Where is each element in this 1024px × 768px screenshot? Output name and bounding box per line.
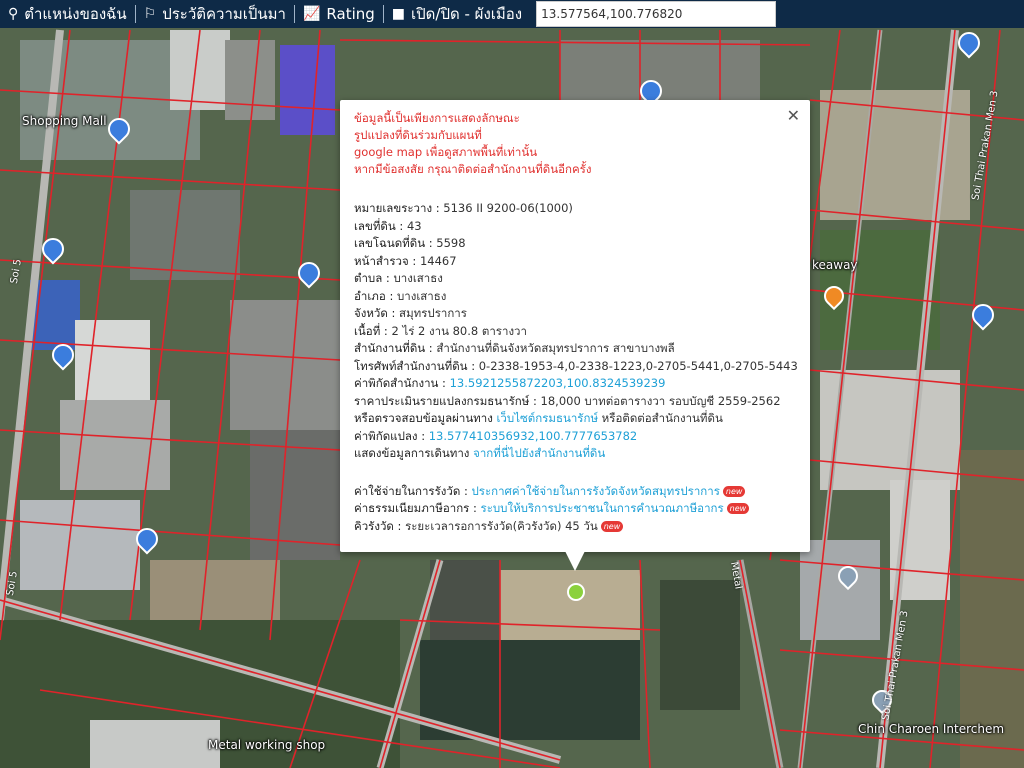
notice-line: google map เพื่อดูสภาพพื้นที่เท่านั้น — [354, 144, 796, 161]
google-map-text: google map — [354, 145, 423, 159]
toggle-city-plan-label: เปิด/ปิด - ผังเมือง — [411, 5, 523, 23]
directions-link[interactable]: จากที่นี่ไปยังสำนักงานที่ดิน — [473, 446, 605, 460]
row-key: เลขโฉนดที่ดิน : — [354, 236, 437, 250]
survey-cost-link[interactable]: ประกาศค่าใช้จ่ายในการรังวัดจังหวัดสมุทรป… — [471, 484, 719, 498]
treasury-website-link[interactable]: เว็บไซต์กรมธนารักษ์ — [497, 411, 599, 425]
row-key: หน้าสำรวจ : — [354, 253, 420, 268]
tax-calc-link[interactable]: ระบบให้บริการประชาชนในการคำนวณภาษีอากร — [481, 501, 724, 515]
row-value: สำนักงานที่ดินจังหวัดสมุทรปราการ สาขาบาง… — [436, 341, 675, 355]
area-row: เนื้อที่ : 2 ไร่ 2 งาน 80.8 ตารางวา — [354, 323, 796, 341]
survey-queue-row: คิวรังวัด : ระยะเวลารอการรังวัด(คิวรังวั… — [354, 518, 796, 536]
row-key: ค่าธรรมเนียมภาษีอากร : — [354, 501, 481, 515]
chart-line-icon: 📈 — [302, 6, 321, 22]
row-value: 5136 II 9200-06(1000) — [443, 201, 573, 215]
row-key: อำเภอ : — [354, 288, 397, 303]
parcel-coord-link[interactable]: 13.577410356932,100.7777653782 — [429, 429, 638, 443]
treasury-check-row: หรือตรวจสอบข้อมูลผ่านทาง เว็บไซต์กรมธนาร… — [354, 410, 796, 428]
subdistrict-row: ตำบล : บางเสาธง — [354, 270, 796, 288]
location-pin-icon: ⚲ — [8, 6, 19, 22]
row-key: แสดงข้อมูลการเดินทาง — [354, 446, 474, 460]
survey-page-row: หน้าสำรวจ : 14467 — [354, 253, 796, 271]
row-value: สมุทรปราการ — [399, 306, 467, 320]
row-value: หรือติดต่อสำนักงานที่ดิน — [598, 411, 723, 425]
toggle-city-plan-button[interactable]: ■ เปิด/ปิด - ผังเมือง — [384, 0, 530, 28]
parcel-info-popup: ✕ ข้อมูลนี้เป็นเพียงการแสดงลักษณะ รูปแปล… — [340, 100, 810, 552]
row-value: ระยะเวลารอการรังวัด(คิวรังวัด) 45 วัน — [405, 518, 598, 533]
office-coord-link[interactable]: 13.5921255872203,100.8324539239 — [450, 376, 666, 390]
row-value: 14467 — [419, 253, 457, 268]
my-location-label: ตำแหน่งของฉัน — [24, 5, 127, 23]
keaway-label: keaway — [812, 258, 858, 272]
selected-parcel-marker-icon[interactable] — [567, 583, 585, 601]
history-flag-icon: ⚐ — [143, 6, 157, 22]
directions-row: แสดงข้อมูลการเดินทาง จากที่นี่ไปยังสำนัก… — [354, 445, 796, 463]
history-label: ประวัติความเป็นมา — [162, 5, 286, 23]
row-key: โทรศัพท์สำนักงานที่ดิน : — [354, 358, 479, 373]
row-value: 18,000 บาทต่อตารางวา รอบบัญชี 2559-2562 — [540, 393, 781, 408]
rating-label: Rating — [326, 5, 375, 23]
row-value: 43 — [406, 218, 422, 233]
appraisal-price-row: ราคาประเมินรายแปลงกรมธนารักษ์ : 18,000 บ… — [354, 393, 796, 411]
popup-pointer — [565, 551, 585, 571]
row-value: บางเสาธง — [396, 288, 447, 303]
row-key: ค่าใช้จ่ายในการรังวัด : — [354, 483, 472, 498]
survey-cost-row: ค่าใช้จ่ายในการรังวัด : ประกาศค่าใช้จ่าย… — [354, 483, 796, 501]
coordinate-input[interactable] — [536, 1, 777, 27]
new-badge: new — [722, 485, 746, 497]
parcel-coord-row: ค่าพิกัดแปลง : 13.577410356932,100.77776… — [354, 428, 796, 446]
new-badge: new — [600, 520, 624, 532]
disclaimer-notice: ข้อมูลนี้เป็นเพียงการแสดงลักษณะ รูปแปลงท… — [354, 110, 796, 178]
parcel-number-row: เลขที่ดิน : 43 — [354, 218, 796, 236]
my-location-button[interactable]: ⚲ ตำแหน่งของฉัน — [0, 0, 135, 28]
row-value: 0-2338-1953-4,0-2338-1223,0-2705-5441,0-… — [478, 358, 798, 373]
chin-charoen-label: Chin Charoen Interchem — [858, 722, 1005, 736]
notice-line: หากมีข้อสงสัย กรุณาติดต่อสำนักงานที่ดินอ… — [354, 162, 592, 176]
row-value: บางเสาธง — [393, 271, 443, 285]
row-key: ตำบล : — [354, 271, 394, 285]
rating-button[interactable]: 📈 Rating — [295, 0, 383, 28]
row-key: เนื้อที่ : — [354, 323, 392, 338]
row-value: 5598 — [436, 236, 466, 250]
row-key: ราคาประเมินรายแปลงกรมธนารักษ์ : — [354, 393, 541, 408]
row-key: สำนักงานที่ดิน : — [354, 341, 437, 355]
deed-number-row: เลขโฉนดที่ดิน : 5598 — [354, 235, 796, 253]
close-icon[interactable]: ✕ — [787, 106, 800, 125]
metal-working-shop-label: Metal working shop — [208, 738, 326, 752]
row-value: 2 ไร่ 2 งาน 80.8 ตารางวา — [391, 323, 527, 338]
row-key: หมายเลขระวาง : — [354, 201, 444, 215]
row-key: หรือตรวจสอบข้อมูลผ่านทาง — [354, 411, 497, 425]
row-key: คิวรังวัด : — [354, 518, 406, 533]
office-phone-row: โทรศัพท์สำนักงานที่ดิน : 0-2338-1953-4,0… — [354, 358, 798, 376]
new-badge: new — [726, 503, 750, 514]
land-office-row: สำนักงานที่ดิน : สำนักงานที่ดินจังหวัดสม… — [354, 340, 796, 358]
row-key: ค่าพิกัดแปลง : — [354, 428, 429, 443]
history-button[interactable]: ⚐ ประวัติความเป็นมา — [136, 0, 294, 28]
shopping-mall-label: Shopping Mall — [22, 114, 107, 128]
row-key: เลขที่ดิน : — [354, 218, 407, 233]
district-row: อำเภอ : บางเสาธง — [354, 288, 796, 306]
office-coord-row: ค่าพิกัดสำนักงาน : 13.5921255872203,100.… — [354, 375, 796, 393]
province-row: จังหวัด : สมุทรปราการ — [354, 305, 796, 323]
sheet-number-row: หมายเลขระวาง : 5136 II 9200-06(1000) — [354, 200, 796, 218]
row-key: ค่าพิกัดสำนักงาน : — [354, 376, 450, 390]
top-toolbar: ⚲ ตำแหน่งของฉัน ⚐ ประวัติความเป็นมา 📈 Ra… — [0, 0, 1024, 28]
tax-fee-row: ค่าธรรมเนียมภาษีอากร : ระบบให้บริการประช… — [354, 500, 796, 518]
notice-line: ข้อมูลนี้เป็นเพียงการแสดงลักษณะ — [354, 111, 520, 125]
checkbox-icon: ■ — [391, 6, 406, 22]
row-key: จังหวัด : — [354, 306, 400, 320]
notice-text: เพื่อดูสภาพพื้นที่เท่านั้น — [422, 145, 538, 159]
notice-line: รูปแปลงที่ดินร่วมกับแผนที่ — [354, 128, 482, 142]
